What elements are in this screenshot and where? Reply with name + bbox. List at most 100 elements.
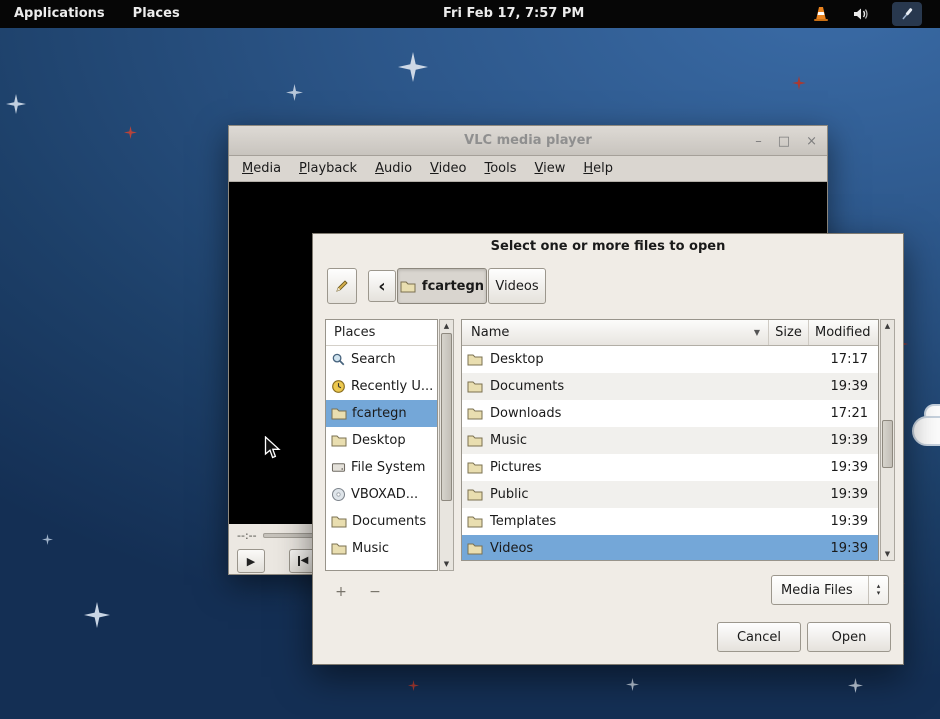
file-list-scrollbar[interactable]: ▲ ▼: [880, 319, 895, 561]
sidebar-item-music[interactable]: Music: [326, 535, 437, 562]
cancel-button[interactable]: Cancel: [717, 622, 801, 652]
applications-menu[interactable]: Applications: [0, 0, 119, 28]
scrollbar-thumb[interactable]: [882, 420, 893, 468]
clock[interactable]: Fri Feb 17, 7:57 PM: [443, 0, 584, 28]
cloud-decoration: [912, 416, 940, 446]
sort-indicator-icon[interactable]: ▼: [754, 320, 760, 345]
scroll-down-icon[interactable]: ▼: [881, 548, 894, 560]
elapsed-time: --:--: [237, 529, 257, 542]
sidebar-item-search[interactable]: Search: [326, 346, 437, 373]
add-bookmark-button[interactable]: +: [331, 584, 351, 600]
menu-help[interactable]: Help: [574, 156, 622, 182]
sidebar-item-documents[interactable]: Documents: [326, 508, 437, 535]
folder-icon: [467, 353, 483, 366]
folder-icon: [467, 407, 483, 420]
window-title: VLC media player: [229, 126, 827, 156]
file-rows: Desktop 17:17 Documents 19:39 Downloads …: [462, 346, 878, 561]
top-panel: Applications Places Fri Feb 17, 7:57 PM: [0, 0, 940, 28]
system-tray: [812, 0, 922, 28]
play-button[interactable]: ▶: [237, 549, 265, 573]
sidebar-item-vbox-cd[interactable]: VBOXAD...: [326, 481, 437, 508]
sidebar-item-label: Documents: [352, 514, 426, 529]
previous-icon: ◀: [298, 556, 309, 566]
file-name: Downloads: [490, 406, 805, 421]
play-icon: ▶: [247, 555, 255, 568]
tool-tray-button[interactable]: [892, 2, 922, 26]
menu-media[interactable]: Media: [233, 156, 290, 182]
places-scrollbar[interactable]: ▲ ▼: [439, 319, 454, 571]
file-modified: 19:39: [812, 541, 878, 556]
back-button[interactable]: ‹: [368, 270, 396, 302]
file-name: Public: [490, 487, 805, 502]
sidebar-item-label: fcartegn: [352, 406, 407, 421]
file-name: Templates: [490, 514, 805, 529]
vlc-titlebar[interactable]: VLC media player – □ ×: [229, 126, 827, 156]
minimize-button[interactable]: –: [755, 134, 762, 149]
menu-tools[interactable]: Tools: [475, 156, 525, 182]
file-modified: 19:39: [812, 379, 878, 394]
scrollbar-thumb[interactable]: [441, 333, 452, 501]
menu-video[interactable]: Video: [421, 156, 475, 182]
column-header-modified[interactable]: Modified: [809, 320, 878, 345]
dialog-title: Select one or more files to open: [313, 239, 903, 254]
file-row-videos[interactable]: Videos 19:39: [462, 535, 878, 561]
vlc-cone-icon[interactable]: [812, 5, 830, 23]
sidebar-item-recently-used[interactable]: Recently U...: [326, 373, 437, 400]
menu-view[interactable]: View: [526, 156, 575, 182]
path-button-videos[interactable]: Videos: [488, 268, 546, 304]
scroll-down-icon[interactable]: ▼: [440, 558, 453, 570]
close-button[interactable]: ×: [806, 134, 817, 149]
clock-icon: [331, 379, 346, 394]
path-button-home[interactable]: fcartegn: [397, 268, 487, 304]
combo-spinner[interactable]: ▴ ▾: [868, 576, 888, 604]
star-decoration: [408, 680, 419, 691]
file-name: Pictures: [490, 460, 805, 475]
menu-playback[interactable]: Playback: [290, 156, 366, 182]
file-row-desktop[interactable]: Desktop 17:17: [462, 346, 878, 373]
file-row-downloads[interactable]: Downloads 17:21: [462, 400, 878, 427]
file-row-documents[interactable]: Documents 19:39: [462, 373, 878, 400]
scroll-up-icon[interactable]: ▲: [881, 320, 894, 332]
column-label: Name: [471, 325, 509, 340]
file-row-music[interactable]: Music 19:39: [462, 427, 878, 454]
maximize-button[interactable]: □: [778, 134, 790, 149]
sidebar-item-label: Search: [351, 352, 396, 367]
column-header-size[interactable]: Size: [769, 320, 809, 345]
screwdriver-icon: [899, 6, 915, 22]
star-decoration: [286, 84, 303, 101]
file-row-pictures[interactable]: Pictures 19:39: [462, 454, 878, 481]
disc-icon: [331, 487, 346, 502]
file-modified: 19:39: [812, 514, 878, 529]
folder-icon: [400, 280, 416, 293]
star-decoration: [84, 602, 110, 628]
path-segment-label: Videos: [495, 279, 538, 294]
sidebar-item-file-system[interactable]: File System: [326, 454, 437, 481]
star-decoration: [792, 76, 806, 90]
folder-icon: [467, 515, 483, 528]
places-menu[interactable]: Places: [119, 0, 194, 28]
folder-icon: [331, 515, 347, 528]
open-button[interactable]: Open: [807, 622, 891, 652]
file-row-templates[interactable]: Templates 19:39: [462, 508, 878, 535]
filter-selected-value: Media Files: [772, 583, 868, 598]
menu-audio[interactable]: Audio: [366, 156, 421, 182]
file-name: Documents: [490, 379, 805, 394]
type-location-button[interactable]: [327, 268, 357, 304]
remove-bookmark-button[interactable]: −: [365, 584, 385, 600]
spin-down-icon: ▾: [877, 590, 881, 597]
file-row-public[interactable]: Public 19:39: [462, 481, 878, 508]
folder-icon: [467, 488, 483, 501]
scroll-up-icon[interactable]: ▲: [440, 320, 453, 332]
sidebar-item-home[interactable]: fcartegn: [326, 400, 437, 427]
sidebar-item-desktop[interactable]: Desktop: [326, 427, 437, 454]
column-header-name[interactable]: Name ▼: [462, 320, 769, 345]
star-decoration: [626, 678, 639, 691]
file-open-dialog: Select one or more files to open ‹ fcart…: [312, 233, 904, 665]
file-modified: 19:39: [812, 433, 878, 448]
file-type-filter[interactable]: Media Files ▴ ▾: [771, 575, 889, 605]
folder-icon: [467, 380, 483, 393]
pencil-icon: [334, 278, 350, 294]
file-list-header: Name ▼ Size Modified: [462, 320, 878, 346]
volume-icon[interactable]: [852, 6, 870, 22]
star-decoration: [42, 534, 53, 545]
